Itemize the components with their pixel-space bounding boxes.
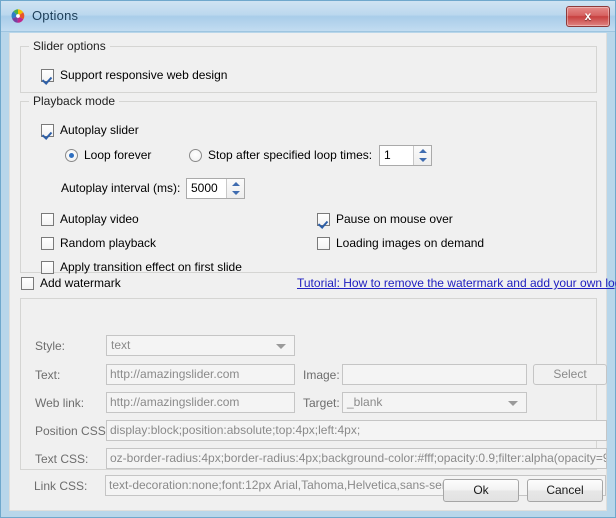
spinner-up-icon[interactable] — [414, 146, 431, 155]
radio-dot-icon — [65, 149, 78, 162]
checkbox-box-icon — [41, 124, 54, 137]
spinner-loop-times[interactable]: 1 — [379, 145, 432, 166]
group-playback-mode-legend: Playback mode — [29, 94, 120, 108]
app-pinwheel-icon — [10, 8, 26, 24]
checkbox-label: Apply transition effect on first slide — [60, 260, 242, 274]
close-icon: x — [584, 9, 592, 23]
label-text: Text: — [35, 368, 61, 382]
label-style: Style: — [35, 339, 66, 353]
watermark-settings-panel: Style: text Text: http://amazingslider.c… — [20, 298, 607, 470]
input-text-css[interactable]: oz-border-radius:4px;border-radius:4px;b… — [106, 448, 607, 469]
radio-label: Loop forever — [84, 148, 152, 162]
dialog-client-area: Slider options Support responsive web de… — [9, 33, 616, 511]
spinner-buttons[interactable] — [226, 179, 244, 198]
checkbox-label: Autoplay video — [60, 212, 139, 226]
checkbox-label: Random playback — [60, 236, 157, 250]
window-title: Options — [32, 8, 79, 23]
group-playback-mode: Playback mode Autoplay slider Loop forev… — [20, 94, 597, 274]
radio-dot-icon — [189, 149, 202, 162]
label-text-css: Text CSS: — [35, 452, 89, 466]
checkbox-box-icon — [21, 277, 34, 290]
ok-button[interactable]: Ok — [443, 479, 519, 502]
label-web-link: Web link: — [35, 396, 85, 410]
label-target: Target: — [303, 396, 340, 410]
chevron-down-icon — [276, 344, 286, 349]
spinner-value: 5000 — [191, 181, 218, 195]
cancel-button[interactable]: Cancel — [527, 479, 603, 502]
label-position-css: Position CSS: — [35, 424, 110, 438]
checkbox-box-icon — [317, 213, 330, 226]
label-autoplay-interval: Autoplay interval (ms): — [61, 181, 181, 195]
checkbox-box-icon — [41, 237, 54, 250]
input-position-css[interactable]: display:block;position:absolute;top:4px;… — [106, 420, 607, 441]
checkbox-box-icon — [41, 69, 54, 82]
tutorial-link[interactable]: Tutorial: How to remove the watermark an… — [297, 276, 616, 290]
input-watermark-image[interactable] — [342, 364, 527, 385]
spinner-down-icon[interactable] — [414, 156, 431, 165]
checkbox-box-icon — [41, 213, 54, 226]
spinner-up-icon[interactable] — [227, 179, 244, 188]
checkbox-label: Autoplay slider — [60, 123, 139, 137]
group-slider-options-legend: Slider options — [29, 39, 110, 53]
dropdown-value: text — [111, 338, 131, 352]
dropdown-target[interactable]: _blank — [342, 392, 527, 413]
checkbox-label: Pause on mouse over — [336, 212, 453, 226]
chevron-down-icon — [508, 401, 518, 406]
options-dialog-window: Options x Slider options Support respons… — [0, 0, 616, 518]
spinner-buttons[interactable] — [413, 146, 431, 165]
checkbox-label: Add watermark — [40, 276, 121, 290]
close-button[interactable]: x — [566, 6, 610, 27]
spinner-value: 1 — [384, 148, 391, 162]
checkbox-box-icon — [317, 237, 330, 250]
title-bar: Options x — [1, 1, 615, 32]
checkbox-label: Support responsive web design — [60, 68, 228, 82]
dropdown-style[interactable]: text — [106, 335, 295, 356]
label-link-css: Link CSS: — [34, 479, 88, 493]
select-image-button[interactable]: Select — [533, 364, 607, 385]
input-web-link[interactable]: http://amazingslider.com — [106, 392, 295, 413]
spinner-autoplay-interval[interactable]: 5000 — [186, 178, 245, 199]
checkbox-label: Loading images on demand — [336, 236, 485, 250]
input-watermark-text[interactable]: http://amazingslider.com — [106, 364, 295, 385]
group-slider-options: Slider options Support responsive web de… — [20, 39, 597, 93]
label-image: Image: — [303, 368, 340, 382]
spinner-down-icon[interactable] — [227, 189, 244, 198]
checkbox-box-icon — [41, 261, 54, 274]
radio-label: Stop after specified loop times: — [208, 148, 373, 162]
dropdown-value: _blank — [347, 395, 383, 409]
